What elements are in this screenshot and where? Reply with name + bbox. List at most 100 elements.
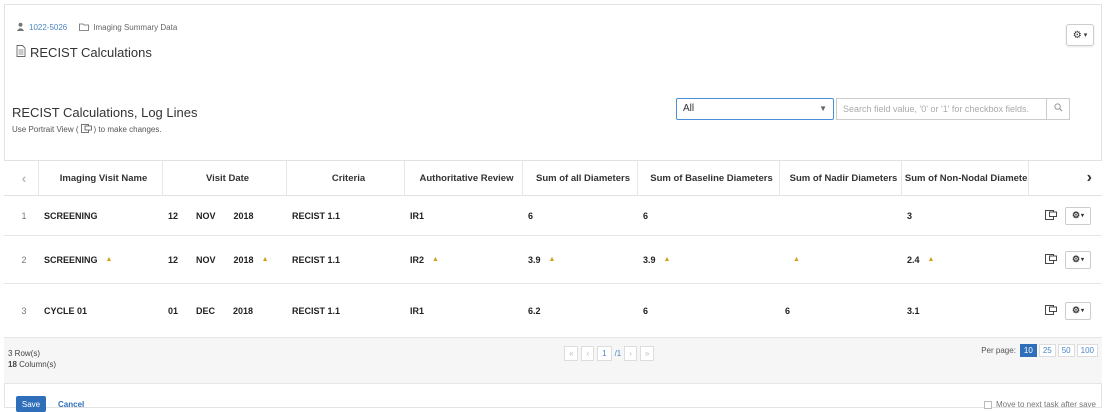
column-header[interactable]: Authoritative Review [404, 161, 522, 195]
per-page-option[interactable]: 50 [1057, 344, 1075, 357]
page-total: /1 [614, 349, 622, 358]
per-page-option[interactable]: 100 [1076, 344, 1098, 357]
cell-text: IR2 [410, 254, 425, 265]
first-page-button[interactable]: « [564, 346, 579, 361]
date-month: NOV [196, 210, 216, 221]
column-count-number: 18 [8, 360, 17, 369]
cell-sum-nadir: ▲ [779, 236, 901, 283]
cell-criteria: RECIST 1.1 [292, 210, 341, 221]
column-header[interactable]: Sum of Nadir Diameters [779, 161, 901, 195]
row-settings-button[interactable]: ⚙ ▾ [1065, 301, 1091, 320]
cell-visit-name: SCREENING [44, 210, 98, 221]
gear-icon: ⚙ [1071, 254, 1081, 264]
portrait-view-button[interactable] [1045, 253, 1057, 266]
column-header[interactable]: Visit Date [162, 161, 286, 195]
warning-marker-icon: ▲ [927, 256, 935, 263]
row-actions: ⚙ ▾ [1028, 284, 1102, 337]
row-index: 1 [21, 210, 27, 221]
cell-visit-date: 12 NOV 2018 [162, 196, 286, 235]
cell-review: IR1 [410, 210, 425, 221]
row-actions: ⚙ ▾ [1028, 196, 1102, 235]
portrait-view-button[interactable] [1045, 304, 1057, 317]
breadcrumb-section[interactable]: Imaging Summary Data [93, 23, 177, 32]
prev-page-button[interactable]: ‹ [581, 346, 595, 361]
next-page-button[interactable]: › [624, 346, 637, 361]
scroll-left-button[interactable]: ‹ [4, 161, 38, 195]
date-day: 12 [168, 254, 179, 265]
row-settings-button[interactable]: ⚙ ▾ [1065, 250, 1091, 269]
date-year: 2018 [233, 305, 254, 316]
date-year: 2018 [233, 210, 254, 221]
table-row[interactable]: 3 CYCLE 01 01 DEC 2018 RECIST 1.1 IR1 6.… [4, 284, 1102, 338]
chevron-down-icon: ▾ [1081, 213, 1085, 219]
per-page-option[interactable]: 25 [1038, 344, 1056, 357]
row-index: 3 [21, 305, 27, 316]
warning-marker-icon: ▲ [261, 256, 269, 263]
date-year: 2018 [233, 254, 254, 265]
scroll-right-button[interactable]: › [1028, 161, 1102, 195]
column-header[interactable]: Sum of all Diameters [522, 161, 637, 195]
filter-select[interactable]: All ▼ [676, 98, 834, 120]
table-footer: 3 Row(s) 18 Column(s) « ‹ 1 /1 › » Per p… [4, 338, 1102, 384]
page-settings-button[interactable]: ⚙ ▾ [1066, 24, 1094, 46]
per-page-selector: Per page: 10 25 50 100 [981, 344, 1098, 357]
column-header[interactable]: Criteria [286, 161, 404, 195]
section-hint: Use Portrait View ( ) to make changes. [12, 124, 162, 135]
chevron-left-icon: ‹ [21, 170, 27, 186]
cell-text: 2.4 [907, 254, 920, 265]
save-button[interactable]: Save [16, 396, 46, 412]
per-page-label: Per page: [981, 346, 1016, 355]
gear-icon: ⚙ [1071, 305, 1081, 315]
gear-icon: ⚙ [1072, 29, 1082, 41]
cell-sum-nonnodal: 3 [907, 210, 913, 221]
chevron-down-icon: ▾ [1083, 32, 1088, 39]
chevron-right-icon: › [1086, 169, 1092, 186]
cell-sum-nadir [779, 196, 901, 235]
date-day: 12 [168, 210, 179, 221]
cell-sum-baseline: 3.9 ▲ [637, 236, 779, 283]
row-count: 3 Row(s) [8, 349, 41, 358]
last-page-button[interactable]: » [639, 346, 655, 361]
search-button[interactable] [1046, 98, 1070, 120]
row-settings-button[interactable]: ⚙ ▾ [1065, 206, 1091, 225]
warning-marker-icon: ▲ [793, 256, 800, 263]
cell-sum-nonnodal: 2.4 ▲ [901, 236, 1028, 283]
portrait-view-icon [80, 124, 92, 135]
column-header[interactable]: Sum of Non-Nodal Diameter [901, 161, 1028, 195]
cell-visit-date: 01 DEC 2018 [162, 284, 286, 337]
portrait-view-button[interactable] [1045, 209, 1057, 222]
section-title: RECIST Calculations, Log Lines [12, 105, 198, 120]
date-month: NOV [196, 254, 216, 265]
search-input[interactable]: Search field value, '0' or '1' for check… [836, 98, 1046, 120]
breadcrumb-patient-link[interactable]: 1022-5026 [29, 23, 67, 32]
current-page-input[interactable]: 1 [597, 346, 612, 361]
cell-criteria: RECIST 1.1 [292, 305, 341, 316]
cell-criteria: RECIST 1.1 [292, 254, 341, 265]
move-next-checkbox[interactable] [983, 400, 992, 409]
filter-select-value: All [683, 103, 695, 114]
row-actions: ⚙ ▾ [1028, 236, 1102, 283]
user-icon [16, 22, 25, 33]
date-day: 01 [168, 305, 179, 316]
column-header[interactable]: Imaging Visit Name [38, 161, 162, 195]
column-count-label: Column(s) [19, 360, 57, 369]
page-title-text: RECIST Calculations [30, 45, 152, 60]
per-page-option[interactable]: 10 [1019, 344, 1037, 357]
breadcrumb: 1022-5026 Imaging Summary Data [16, 22, 177, 33]
cell-sum-all: 6 [528, 210, 534, 221]
data-table: ‹ Imaging Visit Name Visit Date Criteria… [4, 160, 1102, 384]
warning-marker-icon: ▲ [432, 256, 439, 263]
cell-review: IR1 [410, 305, 425, 316]
gear-icon: ⚙ [1071, 210, 1081, 220]
column-header[interactable]: Sum of Baseline Diameters [637, 161, 779, 195]
table-summary: 3 Row(s) 18 Column(s) [8, 348, 56, 370]
column-count: 18 Column(s) [8, 359, 56, 370]
table-row[interactable]: 1 SCREENING 12 NOV 2018 RECIST 1.1 IR1 6… [4, 196, 1102, 236]
cell-text: SCREENING [44, 254, 98, 265]
cell-sum-nonnodal: 3.1 [907, 305, 920, 316]
cell-visit-name: CYCLE 01 [44, 305, 88, 316]
table-row[interactable]: 2 SCREENING ▲ 12 NOV 2018 ▲ RECIST 1.1 IR… [4, 236, 1102, 284]
cell-text: 3.9 [528, 254, 541, 265]
warning-marker-icon: ▲ [548, 256, 556, 263]
warning-marker-icon: ▲ [105, 256, 113, 263]
